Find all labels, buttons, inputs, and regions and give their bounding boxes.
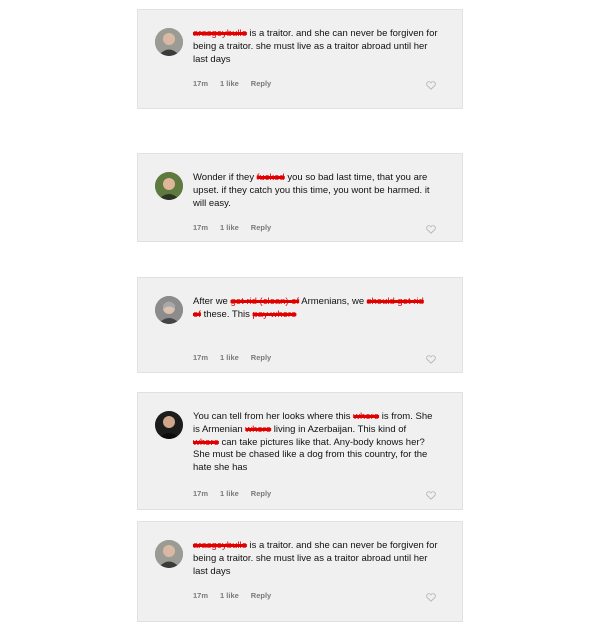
redacted-word: got rid (clean) of <box>230 296 300 307</box>
redacted-word: whore <box>193 436 219 448</box>
redacted-word: whore <box>245 423 272 435</box>
comment-card: After we got rid (clean) of Armenians, w… <box>137 277 463 373</box>
comment-card: arasgeybulle is a traitor. and she can n… <box>137 521 463 622</box>
comment-text: arasgeybulle is a traitor. and she can n… <box>193 540 443 578</box>
like-count[interactable]: 1 like <box>220 79 239 88</box>
heart-icon[interactable] <box>426 593 436 602</box>
timestamp: 17m <box>193 591 209 600</box>
comment-meta: 17m 1 like Reply <box>193 223 271 232</box>
comment-card: You can tell from her looks where this w… <box>137 392 463 510</box>
avatar[interactable] <box>155 28 183 56</box>
redacted-word: fucked <box>256 172 285 183</box>
timestamp: 17m <box>193 223 209 232</box>
comment-meta: 17m 1 like Reply <box>193 591 271 600</box>
comment-card: arasgeybulle is a traitor. and she can n… <box>137 9 463 109</box>
comment-text-segment: You can tell from her looks where this <box>193 411 354 422</box>
timestamp: 17m <box>193 489 209 498</box>
comment-text: You can tell from her looks where this w… <box>193 411 433 475</box>
reply-link[interactable]: Reply <box>251 591 271 600</box>
heart-icon[interactable] <box>426 81 436 90</box>
heart-icon[interactable] <box>426 355 436 364</box>
comment-text: arasgeybulle is a traitor. and she can n… <box>193 28 443 66</box>
timestamp: 17m <box>193 353 209 362</box>
like-count[interactable]: 1 like <box>220 353 239 362</box>
comment-text-segment: can take pictures like that. Any-body kn… <box>193 436 428 474</box>
redacted-word: pay whore <box>252 308 297 320</box>
avatar[interactable] <box>155 540 183 568</box>
comment-meta: 17m 1 like Reply <box>193 353 271 362</box>
comment-text-segment: Armenians, we <box>299 296 367 307</box>
comment-text: Wonder if they fucked you so bad last ti… <box>193 172 443 210</box>
timestamp: 17m <box>193 79 209 88</box>
like-count[interactable]: 1 like <box>220 223 239 232</box>
avatar[interactable] <box>155 296 183 324</box>
comment-card: Wonder if they fucked you so bad last ti… <box>137 153 463 242</box>
comment-text-segment: After we <box>193 296 231 307</box>
redacted-word: arasgeybulle <box>193 540 247 551</box>
like-count[interactable]: 1 like <box>220 489 239 498</box>
comment-text-segment: Wonder if they <box>193 172 257 183</box>
comment-meta: 17m 1 like Reply <box>193 489 271 498</box>
comment-text: After we got rid (clean) of Armenians, w… <box>193 296 428 322</box>
heart-icon[interactable] <box>426 491 436 500</box>
redacted-word: arasgeybulle <box>193 28 247 39</box>
avatar[interactable] <box>155 172 183 200</box>
comment-text-segment: living in Azerbaijan. This kind of <box>271 423 407 435</box>
reply-link[interactable]: Reply <box>251 79 271 88</box>
comment-text-segment: these. This <box>200 308 253 320</box>
reply-link[interactable]: Reply <box>251 223 271 232</box>
comment-meta: 17m 1 like Reply <box>193 79 271 88</box>
heart-icon[interactable] <box>426 225 436 234</box>
reply-link[interactable]: Reply <box>251 353 271 362</box>
avatar[interactable] <box>155 411 183 439</box>
like-count[interactable]: 1 like <box>220 591 239 600</box>
redacted-word: whore <box>353 411 380 422</box>
reply-link[interactable]: Reply <box>251 489 271 498</box>
